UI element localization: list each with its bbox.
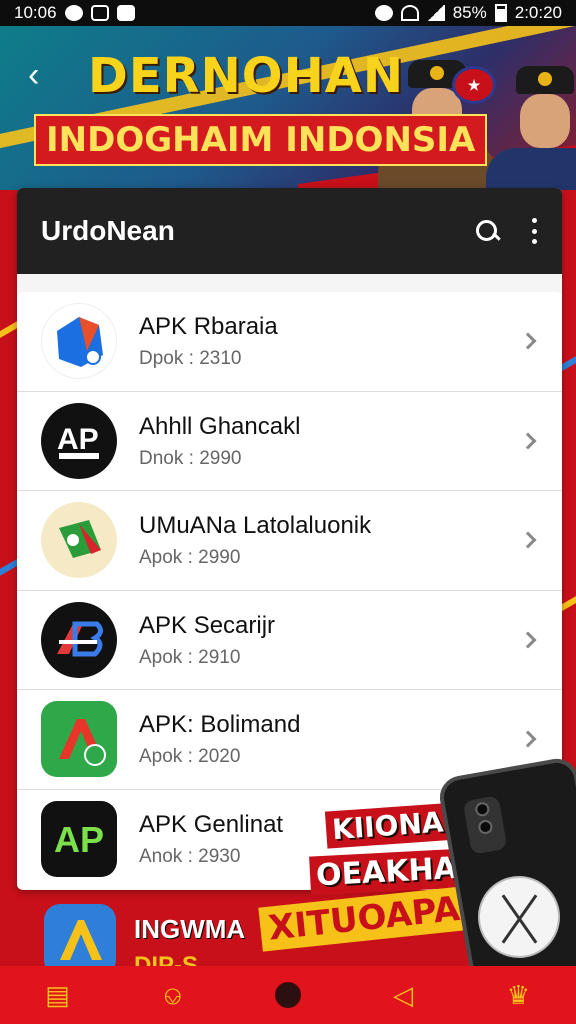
header-banner: ‹ DERNOHAN INDOGHAIM INDONSIA ★: [0, 26, 576, 190]
banner-subtitle: INDOGHAIM INDONSIA: [34, 114, 488, 166]
svg-text:AP: AP: [54, 819, 104, 860]
app-name: APK Rbaraia: [139, 313, 278, 341]
chevron-right-icon: [519, 730, 537, 748]
app-name: APK: Bolimand: [139, 711, 301, 739]
search-icon[interactable]: [474, 218, 500, 244]
ab-logo-app-icon: [41, 601, 117, 678]
ap-square-app-icon: AP: [41, 801, 117, 878]
toolbar: UrdoNean: [17, 188, 562, 274]
crossed-lines-disc-image: [478, 876, 560, 958]
officer-image: [486, 66, 576, 190]
status-time-left: 10:06: [14, 3, 57, 22]
wifi-icon: [400, 5, 419, 21]
alarm-icon: [374, 5, 393, 21]
droplet-app-icon: [41, 303, 117, 380]
emblem-logo: ★: [452, 66, 496, 104]
svg-text:AP: AP: [57, 423, 99, 456]
bottom-navigation: ▤ ⎉ ◁ ♛: [0, 966, 576, 1024]
toolbar-title: UrdoNean: [41, 215, 175, 246]
chevron-right-icon: [519, 631, 537, 649]
home-circle-icon: [274, 982, 301, 1008]
green-a-app-icon: [41, 701, 117, 778]
bell-icon: ⎉: [162, 980, 184, 1010]
notification-icon: [64, 5, 83, 21]
peek-app-name: INGWMA: [134, 914, 246, 944]
wallet-icon: ▤: [45, 980, 70, 1010]
chevron-right-icon: [519, 332, 537, 350]
promo-line: XITUOAPA!: [258, 884, 486, 952]
battery-icon: [494, 4, 507, 22]
ap-logo-app-icon: AP: [41, 402, 117, 479]
nav-bell-button[interactable]: ⎉: [153, 975, 193, 1015]
app-version: Dpok : 2310: [139, 348, 242, 370]
nav-home-button[interactable]: [268, 975, 308, 1015]
app-name: Ahhll Ghancakl: [139, 412, 301, 440]
signal-icon: [426, 5, 445, 21]
gallery-icon: [90, 5, 109, 21]
list-item[interactable]: APK Secarijr Apok : 2910: [17, 591, 562, 690]
app-version: Dnok : 2990: [139, 447, 242, 469]
nav-back-button[interactable]: ◁: [383, 975, 423, 1015]
app-version: Apok : 2910: [139, 646, 241, 668]
banner-title: DERNOHAN: [88, 48, 405, 104]
more-options-icon[interactable]: [530, 218, 538, 244]
list-item[interactable]: AP Ahhll Ghancakl Dnok : 2990: [17, 392, 562, 491]
app-notification-icon: [116, 5, 135, 21]
cone-app-icon: [41, 502, 117, 579]
list-item[interactable]: APK Rbaraia Dpok : 2310: [17, 292, 562, 392]
battery-percent: 85%: [452, 3, 487, 22]
list-item[interactable]: UMuANa Latolaluonik Apok : 2990: [17, 491, 562, 591]
nav-crown-button[interactable]: ♛: [498, 975, 538, 1015]
app-name: UMuANa Latolaluonik: [139, 512, 372, 540]
nav-wallet-button[interactable]: ▤: [38, 975, 78, 1015]
status-time-right: 2:0:20: [514, 3, 562, 22]
chevron-right-icon: [519, 531, 537, 549]
crown-icon: ♛: [506, 980, 530, 1010]
app-name: APK Secarijr: [139, 611, 276, 639]
back-button[interactable]: ‹: [28, 58, 58, 92]
status-bar: 10:06 85% 2:0:20: [0, 0, 576, 26]
app-version: Apok : 2020: [139, 746, 241, 768]
back-triangle-icon: ◁: [393, 980, 414, 1010]
app-version: Apok : 2990: [139, 547, 241, 569]
chevron-right-icon: [519, 432, 537, 450]
